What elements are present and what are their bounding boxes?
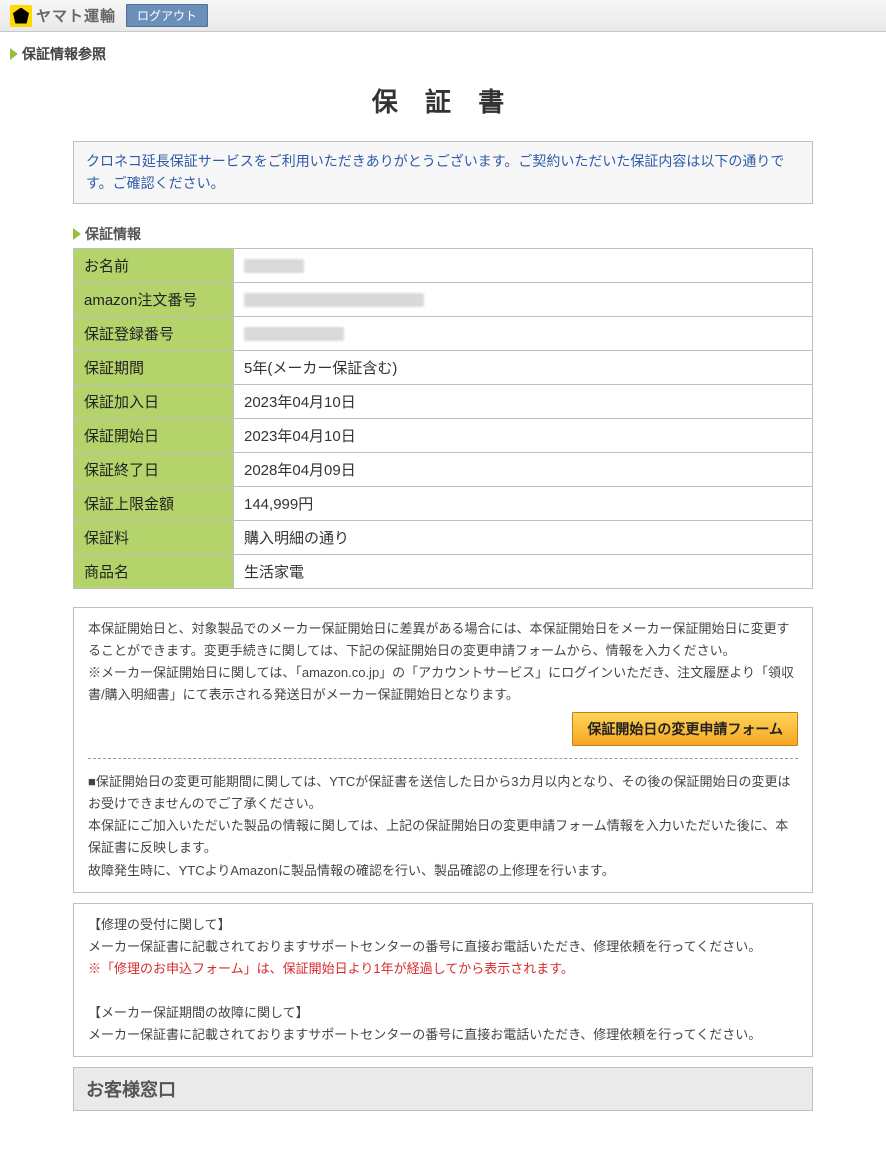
table-row: amazon注文番号 (74, 282, 813, 316)
table-row: 保証料 購入明細の通り (74, 520, 813, 554)
intro-message: クロネコ延長保証サービスをご利用いただきありがとうございます。ご契約いただいた保… (73, 141, 813, 204)
fee-value: 購入明細の通り (234, 520, 813, 554)
warranty-info-heading: 保証情報 (73, 224, 813, 244)
order-label: amazon注文番号 (74, 282, 234, 316)
support-heading: お客様窓口 (73, 1067, 813, 1111)
limit-value: 144,999円 (234, 486, 813, 520)
content-panel: クロネコ延長保証サービスをご利用いただきありがとうございます。ご契約いただいた保… (73, 141, 813, 1111)
repair-text-2: メーカー保証書に記載されておりますサポートセンターの番号に直接お電話いただき、修… (88, 1024, 798, 1046)
name-value (234, 248, 813, 282)
box1-p1: 本保証開始日と、対象製品でのメーカー保証開始日に差異がある場合には、本保証開始日… (88, 618, 798, 662)
table-row: 保証登録番号 (74, 316, 813, 350)
limit-label: 保証上限金額 (74, 486, 234, 520)
box1-p5: 故障発生時に、YTCよりAmazonに製品情報の確認を行い、製品確認の上修理を行… (88, 860, 798, 882)
table-row: 保証期間 5年(メーカー保証含む) (74, 350, 813, 384)
brand-name: ヤマト運輸 (36, 5, 116, 26)
start-value: 2023年04月10日 (234, 418, 813, 452)
fee-label: 保証料 (74, 520, 234, 554)
table-row: 商品名 生活家電 (74, 554, 813, 588)
box1-p2: ※メーカー保証開始日に関しては、「amazon.co.jp」の「アカウントサービ… (88, 662, 798, 706)
repair-note: ※「修理のお申込フォーム」は、保証開始日より1年が経過してから表示されます。 (88, 958, 798, 980)
table-row: 保証上限金額 144,999円 (74, 486, 813, 520)
start-label: 保証開始日 (74, 418, 234, 452)
table-row: 保証終了日 2028年04月09日 (74, 452, 813, 486)
join-value: 2023年04月10日 (234, 384, 813, 418)
repair-heading-2: 【メーカー保証期間の故障に関して】 (88, 1002, 798, 1024)
order-value (234, 282, 813, 316)
change-request-form-button[interactable]: 保証開始日の変更申請フォーム (572, 712, 798, 746)
product-label: 商品名 (74, 554, 234, 588)
repair-text-1: メーカー保証書に記載されておりますサポートセンターの番号に直接お電話いただき、修… (88, 936, 798, 958)
logout-button[interactable]: ログアウト (126, 4, 208, 27)
box1-p4: 本保証にご加入いただいた製品の情報に関しては、上記の保証開始日の変更申請フォーム… (88, 815, 798, 859)
warranty-info-table: お名前 amazon注文番号 保証登録番号 保証期間 5年(メーカー保証含む) … (73, 248, 813, 589)
breadcrumb: 保証情報参照 (10, 44, 878, 64)
page-container: 保証情報参照 保 証 書 クロネコ延長保証サービスをご利用いただきありがとうござ… (8, 44, 878, 1111)
repair-heading-1: 【修理の受付に関して】 (88, 914, 798, 936)
end-value: 2028年04月09日 (234, 452, 813, 486)
table-row: 保証開始日 2023年04月10日 (74, 418, 813, 452)
start-date-change-box: 本保証開始日と、対象製品でのメーカー保証開始日に差異がある場合には、本保証開始日… (73, 607, 813, 893)
top-bar: ヤマト運輸 ログアウト (0, 0, 886, 32)
repair-info-box: 【修理の受付に関して】 メーカー保証書に記載されておりますサポートセンターの番号… (73, 903, 813, 1058)
product-value: 生活家電 (234, 554, 813, 588)
name-label: お名前 (74, 248, 234, 282)
table-row: 保証加入日 2023年04月10日 (74, 384, 813, 418)
document-title: 保 証 書 (8, 82, 878, 119)
kuroneko-icon (10, 5, 32, 27)
breadcrumb-marker-icon (10, 48, 18, 60)
table-row: お名前 (74, 248, 813, 282)
join-label: 保証加入日 (74, 384, 234, 418)
brand-logo: ヤマト運輸 (10, 5, 116, 27)
end-label: 保証終了日 (74, 452, 234, 486)
reg-value (234, 316, 813, 350)
section-marker-icon (73, 228, 81, 240)
box1-p3: ■保証開始日の変更可能期間に関しては、YTCが保証書を送信した日から3カ月以内と… (88, 771, 798, 815)
period-value: 5年(メーカー保証含む) (234, 350, 813, 384)
divider (88, 758, 798, 759)
period-label: 保証期間 (74, 350, 234, 384)
reg-label: 保証登録番号 (74, 316, 234, 350)
breadcrumb-title: 保証情報参照 (22, 46, 106, 62)
